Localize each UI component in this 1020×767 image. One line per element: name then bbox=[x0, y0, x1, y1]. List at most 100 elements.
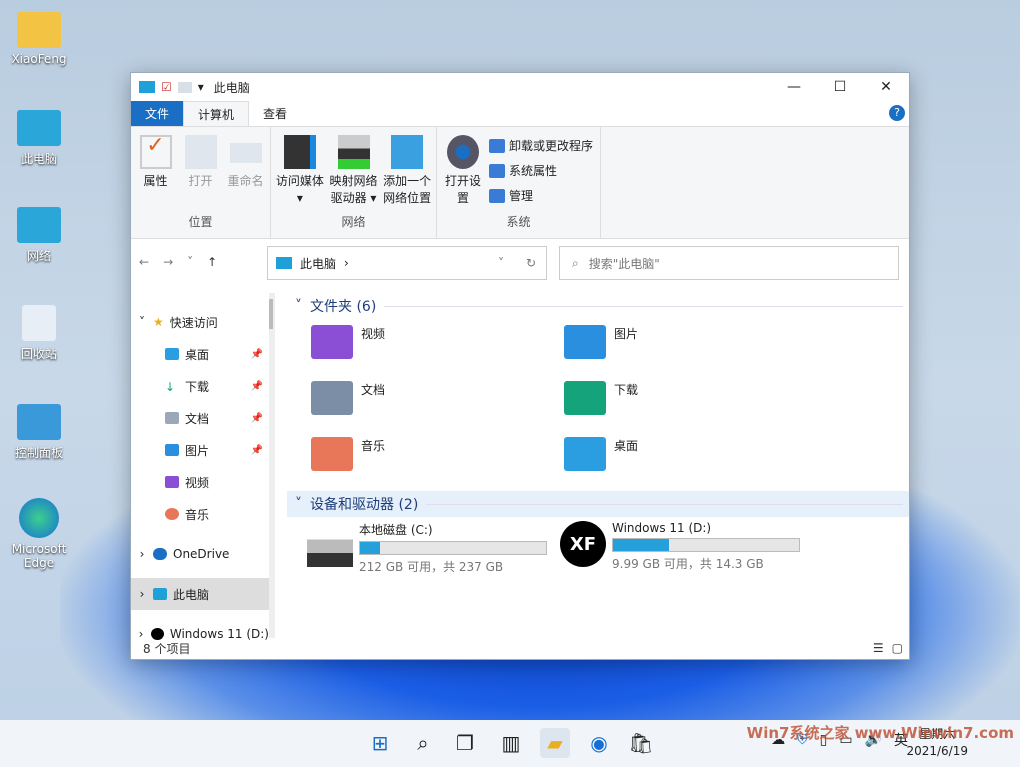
widgets-icon[interactable]: ▥ bbox=[496, 728, 526, 758]
address-path[interactable]: 此电脑 bbox=[300, 255, 336, 272]
access-media-button[interactable]: 访问媒体 ▾ bbox=[275, 133, 325, 213]
rename-icon bbox=[230, 143, 262, 163]
desktop-icon-recycle-bin[interactable]: 回收站 bbox=[4, 305, 74, 362]
label: 音乐 bbox=[185, 506, 209, 523]
folder-item[interactable]: 文档 bbox=[311, 375, 564, 431]
tab-computer[interactable]: 计算机 bbox=[183, 101, 249, 126]
system-properties-button[interactable]: 系统属性 bbox=[489, 158, 593, 183]
chevron-down-icon[interactable]: ˅ bbox=[295, 298, 302, 314]
label: 此电脑 bbox=[173, 586, 209, 603]
nav-downloads[interactable]: ↓下载📌 bbox=[131, 370, 269, 402]
folder-quick-icon[interactable] bbox=[178, 82, 192, 93]
nav-documents[interactable]: 文档📌 bbox=[131, 402, 269, 434]
label: 文件夹 (6) bbox=[310, 296, 376, 316]
manage-button[interactable]: 管理 bbox=[489, 183, 593, 208]
rename-button[interactable]: 重命名 bbox=[225, 133, 266, 213]
desktop-icon-edge[interactable]: Microsoft Edge bbox=[4, 498, 74, 570]
folder-item[interactable]: 音乐 bbox=[311, 431, 564, 487]
chevron-right-icon[interactable]: › bbox=[131, 587, 153, 601]
up-icon[interactable]: ↑ bbox=[207, 255, 217, 269]
label: 添加一个网络位置 bbox=[383, 174, 431, 205]
map-drive-button[interactable]: 映射网络驱动器 ▾ bbox=[329, 133, 379, 213]
task-view-icon[interactable]: ❐ bbox=[450, 728, 480, 758]
chevron-down-icon[interactable]: ▾ bbox=[198, 80, 204, 94]
label: 文档 bbox=[185, 410, 209, 427]
nav-scrollbar[interactable] bbox=[269, 293, 275, 638]
file-explorer-icon[interactable]: ▰ bbox=[540, 728, 570, 758]
group-network: 访问媒体 ▾ 映射网络驱动器 ▾ 添加一个网络位置 网络 bbox=[271, 127, 437, 238]
chevron-down-icon[interactable]: ˅ bbox=[498, 256, 504, 270]
folder-label: 文档 bbox=[361, 381, 385, 398]
minimize-button[interactable]: — bbox=[771, 73, 817, 101]
help-icon[interactable]: ? bbox=[889, 105, 905, 121]
nav-onedrive[interactable]: ›OneDrive bbox=[131, 538, 269, 570]
ribbon: ✓属性 打开 重命名 位置 访问媒体 ▾ 映射网络驱动器 ▾ 添加一个网络位置 … bbox=[131, 127, 909, 239]
label: 打开 bbox=[188, 174, 212, 188]
search-input[interactable]: ⌕ 搜索"此电脑" bbox=[559, 246, 899, 280]
search-icon[interactable]: ⌕ bbox=[408, 728, 438, 758]
open-button[interactable]: 打开 bbox=[180, 133, 221, 213]
start-icon[interactable]: ⊞ bbox=[365, 728, 395, 758]
folder-item[interactable]: 图片 bbox=[564, 319, 817, 375]
label: 访问媒体 bbox=[276, 174, 324, 188]
drive-c[interactable]: 本地磁盘 (C:)212 GB 可用，共 237 GB bbox=[307, 521, 560, 575]
chevron-down-icon[interactable]: ˅ bbox=[131, 315, 153, 329]
folder-item[interactable]: 桌面 bbox=[564, 431, 817, 487]
properties-quick-icon[interactable]: ☑ bbox=[161, 80, 172, 94]
open-icon bbox=[185, 135, 217, 169]
back-icon[interactable]: ← bbox=[139, 255, 149, 269]
refresh-icon[interactable]: ↻ bbox=[526, 256, 536, 270]
nav-this-pc[interactable]: › 此电脑 bbox=[131, 578, 269, 610]
gear-icon bbox=[447, 135, 479, 169]
scrollbar-thumb[interactable] bbox=[269, 299, 273, 329]
desktop-icon-control-panel[interactable]: 控制面板 bbox=[4, 404, 74, 461]
maximize-button[interactable]: ☐ bbox=[817, 73, 863, 101]
large-icons-view-icon[interactable]: ▢ bbox=[892, 641, 903, 655]
network-location-icon bbox=[391, 135, 423, 169]
nav-music[interactable]: 音乐 bbox=[131, 498, 269, 530]
folders-section-header[interactable]: ˅ 文件夹 (6) bbox=[287, 293, 909, 319]
properties-button[interactable]: ✓属性 bbox=[135, 133, 176, 213]
drives-section-header[interactable]: ˅ 设备和驱动器 (2) bbox=[287, 491, 909, 517]
forward-icon[interactable]: → bbox=[163, 255, 173, 269]
ribbon-tabs: 文件 计算机 查看 ? bbox=[131, 101, 909, 127]
drive-d[interactable]: XF Windows 11 (D:)9.99 GB 可用，共 14.3 GB bbox=[560, 521, 813, 575]
uninstall-button[interactable]: 卸载或更改程序 bbox=[489, 133, 593, 158]
label: 设备和驱动器 (2) bbox=[310, 494, 418, 514]
desktop-icon-user[interactable]: XiaoFeng bbox=[4, 12, 74, 66]
desktop-icon-this-pc[interactable]: 此电脑 bbox=[4, 110, 74, 167]
desktop-icon-network[interactable]: 网络 bbox=[4, 207, 74, 264]
label: 此电脑 bbox=[21, 152, 57, 166]
recent-chevron-icon[interactable]: ˅ bbox=[187, 255, 193, 269]
recycle-bin-icon bbox=[22, 305, 56, 341]
label: 属性 bbox=[143, 174, 167, 188]
star-icon: ★ bbox=[153, 315, 164, 329]
tab-file[interactable]: 文件 bbox=[131, 101, 183, 126]
label: 重命名 bbox=[227, 174, 263, 188]
folder-item[interactable]: 视频 bbox=[311, 319, 564, 375]
folder-item[interactable]: 下载 bbox=[564, 375, 817, 431]
edge-icon[interactable]: ◉ bbox=[584, 728, 614, 758]
nav-desktop[interactable]: 桌面📌 bbox=[131, 338, 269, 370]
nav-pictures[interactable]: 图片📌 bbox=[131, 434, 269, 466]
pin-icon: 📌 bbox=[251, 349, 263, 360]
chevron-right-icon[interactable]: › bbox=[131, 547, 153, 561]
nav-videos[interactable]: 视频 bbox=[131, 466, 269, 498]
details-view-icon[interactable]: ☰ bbox=[873, 641, 884, 655]
address-bar[interactable]: 此电脑 › ˅ ↻ bbox=[267, 246, 547, 280]
edge-icon bbox=[19, 498, 59, 538]
group-label: 网络 bbox=[275, 213, 432, 238]
chevron-right-icon[interactable]: › bbox=[344, 256, 349, 270]
close-button[interactable]: ✕ bbox=[863, 73, 909, 101]
add-network-location-button[interactable]: 添加一个网络位置 bbox=[382, 133, 432, 213]
nav-quick-access[interactable]: ˅★快速访问 bbox=[131, 306, 269, 338]
chevron-down-icon[interactable]: ˅ bbox=[295, 496, 302, 512]
store-icon[interactable]: 🛍 bbox=[626, 728, 656, 758]
label: 控制面板 bbox=[15, 446, 63, 460]
folder-icon bbox=[564, 381, 606, 415]
group-label: 系统 bbox=[441, 213, 596, 238]
drive-free: 212 GB 可用，共 237 GB bbox=[359, 558, 547, 575]
download-icon: ↓ bbox=[165, 380, 179, 392]
open-settings-button[interactable]: 打开设置 bbox=[441, 133, 485, 213]
tab-view[interactable]: 查看 bbox=[249, 101, 301, 126]
